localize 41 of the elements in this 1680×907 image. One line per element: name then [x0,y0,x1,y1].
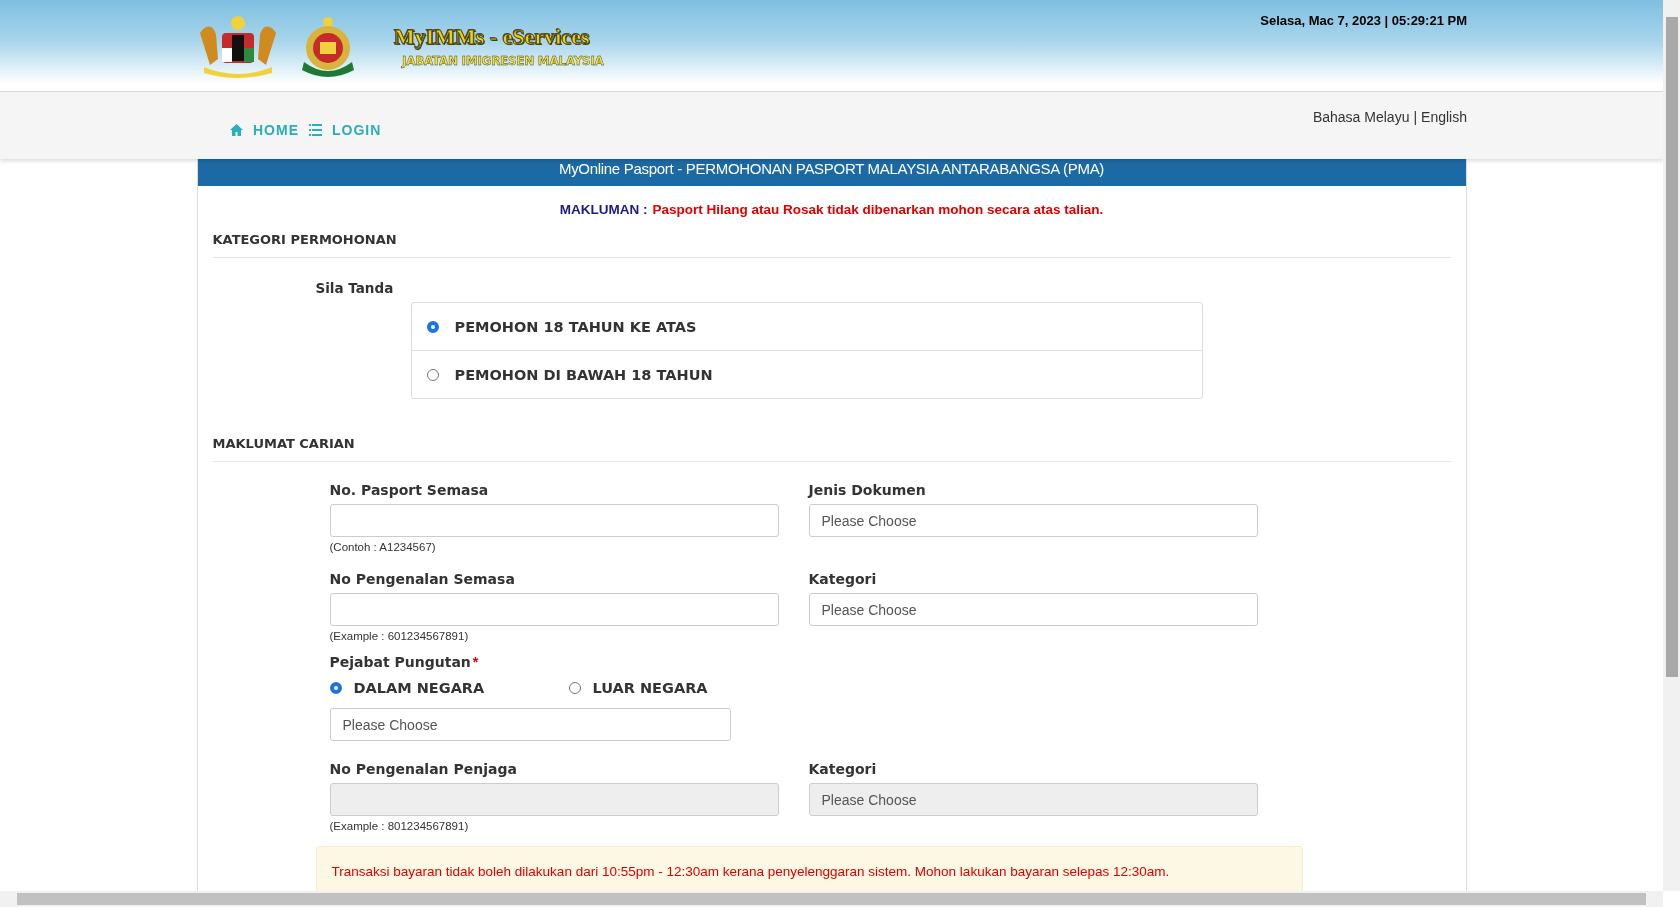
field-hint: (Example : 801234567891) [329,820,470,832]
field-label: Kategori [808,761,878,777]
list-icon [309,123,322,136]
logo-subtitle: JABATAN IMIGRESEN MALAYSIA [402,53,604,68]
field-label: Jenis Dokumen [808,482,927,498]
dropdown-field[interactable]: Please Choose [808,504,1258,537]
home-icon [230,123,243,136]
prompt-label: Sila Tanda [315,280,395,296]
option-label: LUAR NEGARA [592,680,708,696]
field-hint: (Example : 601234567891) [329,630,470,642]
date-time: Selasa, Mac 7, 2023 | 05:29:21 PM [1260,13,1467,30]
payment-notice: Transaksi bayaran tidak boleh dilakukan dari 10:55pm - 12:30am kerana penyelenggaran sistem. Mohon lakukan bayaran selepas 12:30am. [315,846,1303,891]
option-label: PEMOHON 18 TAHUN KE ATAS [454,318,697,335]
field-label: Pejabat Pungutan [329,654,471,670]
required-mark: * [472,654,479,672]
text-input[interactable] [329,593,779,626]
section-heading: KATEGORI PERMOHONAN [212,217,1451,258]
language-separator: | [1413,109,1418,127]
language-link[interactable]: English [1421,109,1467,159]
radio-button[interactable] [426,320,439,333]
dropdown-field[interactable]: Please Choose [808,593,1258,626]
text-input[interactable] [329,504,779,537]
field-label: Kategori [808,571,878,587]
language-link[interactable]: Bahasa Melayu [1312,109,1410,159]
section-heading: MAKLUMAT CARIAN [212,421,1451,462]
field-label: No. Pasport Semasa [329,482,490,498]
field-hint: (Contoh : A1234567) [329,541,437,553]
option-label: DALAM NEGARA [353,680,485,696]
radio-button[interactable] [568,682,581,694]
radio-button[interactable] [329,682,342,694]
option-label: PEMOHON DI BAWAH 18 TAHUN [454,366,713,383]
logo-title: MyIMMs - eServices [394,23,591,50]
horizontal-scrollbar[interactable] [0,891,1663,907]
page-title-bar: MyOnline Pasport - PERMOHONAN PASPORT MALAYSIA ANTARABANGSA (PMA) [197,159,1466,186]
notice-label: MAKLUMAN : [559,202,648,217]
radio-button[interactable] [426,368,439,381]
dropdown-field[interactable]: Please Choose [329,708,731,741]
notice-message: Pasport Hilang atau Rosak tidak dibenarkan mohon secara atas talian. [652,202,1104,217]
vertical-scrollbar[interactable] [1663,0,1680,891]
field-label: No Pengenalan Penjaga [329,761,518,777]
field-label: No Pengenalan Semasa [329,571,516,587]
